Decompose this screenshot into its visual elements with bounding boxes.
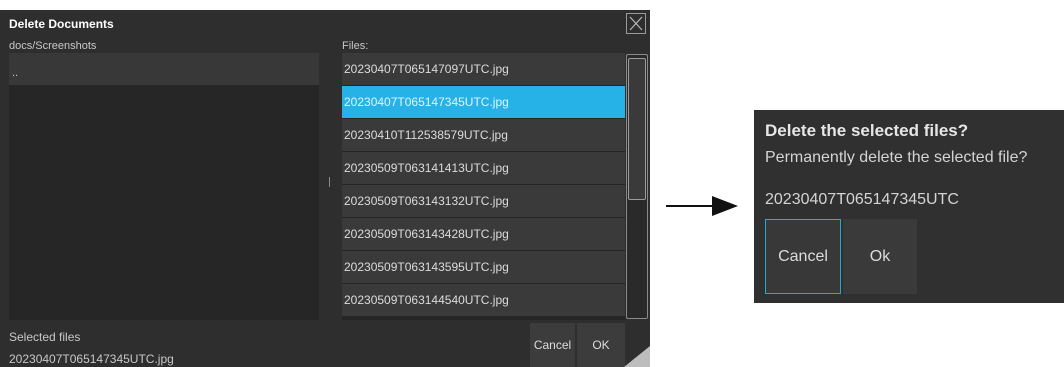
arrow-right-icon: [666, 196, 738, 216]
pane-splitter[interactable]: [329, 177, 330, 187]
file-list-item[interactable]: 20230410T112538579UTC.jpg: [342, 119, 625, 151]
dialog-cancel-label: Cancel: [778, 247, 828, 265]
dialog-title: Delete the selected files?: [765, 121, 969, 140]
close-button[interactable]: [626, 13, 646, 34]
dialog-message: Permanently delete the selected file?: [765, 149, 1028, 166]
file-list-item[interactable]: 20230509T063143428UTC.jpg: [342, 218, 625, 250]
ok-button[interactable]: OK: [577, 323, 625, 367]
window-title: Delete Documents: [9, 17, 114, 31]
selected-files-label: Selected files: [9, 330, 81, 344]
ok-button-label: OK: [592, 338, 610, 352]
directory-item-parent[interactable]: ..: [9, 53, 319, 86]
folder-path: docs/Screenshots: [9, 40, 97, 52]
close-icon: [629, 16, 643, 31]
cancel-button-label: Cancel: [533, 338, 572, 352]
cancel-button[interactable]: Cancel: [530, 323, 575, 367]
scrollbar-thumb[interactable]: [628, 58, 646, 200]
directory-list[interactable]: ..: [9, 53, 319, 320]
file-list-item-selected[interactable]: 20230407T065147345UTC.jpg: [342, 86, 625, 118]
files-label: Files:: [342, 40, 369, 52]
file-list-scrollbar[interactable]: [626, 54, 648, 319]
file-list[interactable]: 20230407T065147097UTC.jpg 20230407T06514…: [342, 53, 625, 320]
delete-confirm-dialog: Delete the selected files? Permanently d…: [754, 110, 1064, 303]
dialog-cancel-button[interactable]: Cancel: [765, 219, 841, 294]
dialog-ok-label: Ok: [869, 247, 891, 265]
delete-documents-window: Delete Documents docs/Screenshots Files:…: [0, 10, 650, 367]
file-list-item[interactable]: 20230509T063144540UTC.jpg: [342, 284, 625, 316]
file-list-item[interactable]: 20230509T063143132UTC.jpg: [342, 185, 625, 217]
dialog-file-name: 20230407T065147345UTC: [765, 191, 959, 208]
file-list-item[interactable]: 20230509T063141413UTC.jpg: [342, 152, 625, 184]
title-bar: Delete Documents: [0, 10, 650, 38]
file-list-item[interactable]: 20230509T063143595UTC.jpg: [342, 251, 625, 283]
dialog-ok-button[interactable]: Ok: [843, 219, 917, 294]
selected-file-value: 20230407T065147345UTC.jpg: [9, 352, 174, 366]
file-list-item[interactable]: 20230407T065147097UTC.jpg: [342, 53, 625, 85]
resize-grip-icon[interactable]: [624, 346, 650, 367]
